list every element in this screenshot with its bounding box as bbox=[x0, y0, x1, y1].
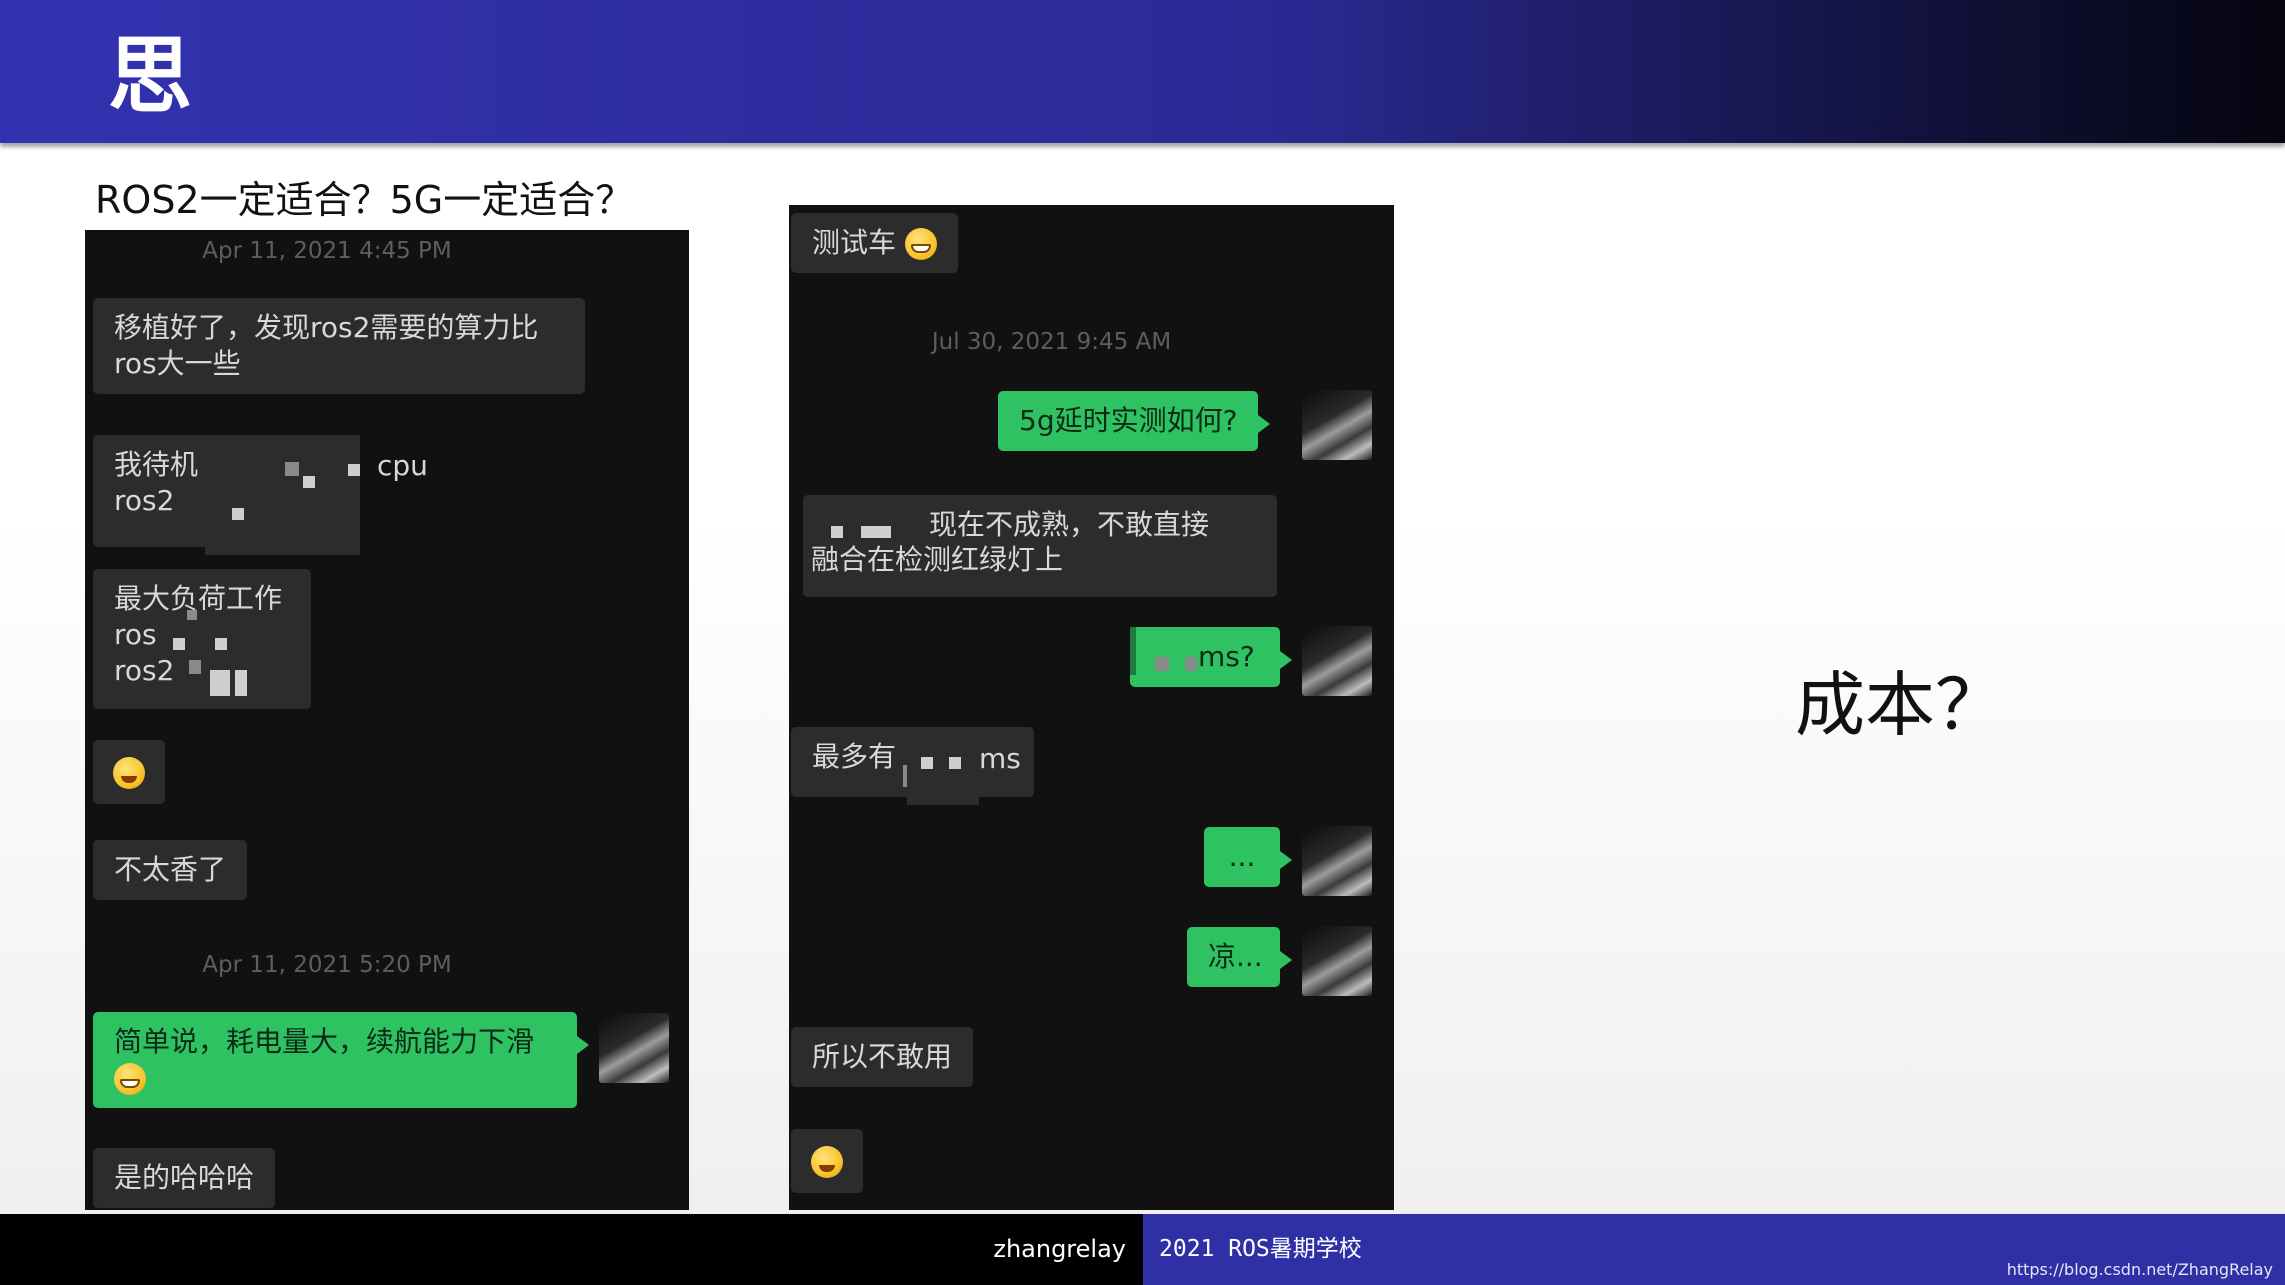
chat-timestamp: Apr 11, 2021 4:45 PM bbox=[202, 238, 452, 264]
message-text: 凉... bbox=[1208, 940, 1263, 973]
chat-message: 移植好了，发现ros2需要的算力比ros大一些 bbox=[93, 298, 585, 394]
chat-message: 所以不敢用 bbox=[791, 1027, 974, 1087]
message-text: 融合在检测红绿灯上 bbox=[811, 543, 1064, 576]
pixelated-area bbox=[215, 638, 227, 650]
pixelated-area bbox=[235, 670, 247, 696]
chat-message-own: 简单说，耗电量大，续航能力下滑 bbox=[93, 1012, 589, 1108]
message-text: ms? bbox=[1198, 640, 1255, 673]
pixelated-area bbox=[185, 610, 277, 705]
message-text: 5g延时实测如何? bbox=[1019, 404, 1238, 437]
chat-message-emoji bbox=[791, 1129, 863, 1193]
user-avatar bbox=[1302, 926, 1372, 996]
chat-message-own-redacted: ms? bbox=[1130, 627, 1292, 687]
pixelated-area bbox=[232, 508, 244, 520]
message-text: cpu bbox=[377, 449, 428, 482]
message-text: ... bbox=[1228, 840, 1256, 873]
chat-timestamp: Jul 30, 2021 9:45 AM bbox=[931, 329, 1172, 355]
laughing-crying-emoji-icon bbox=[113, 757, 145, 789]
chat-message-own: 凉... bbox=[1187, 927, 1292, 987]
chat-message-own: ... bbox=[1204, 827, 1292, 887]
message-text: 测试车 bbox=[812, 226, 897, 259]
message-text: 不太香了 bbox=[114, 853, 227, 886]
chat-message-own: 5g延时实测如何? bbox=[998, 391, 1271, 451]
message-text: 是的哈哈哈 bbox=[114, 1161, 255, 1194]
slide-title: 思 bbox=[108, 26, 193, 125]
user-avatar bbox=[599, 1013, 669, 1083]
pixelated-area bbox=[949, 757, 961, 769]
slide-header-bar: 思 bbox=[0, 0, 2285, 143]
pixelated-area bbox=[1130, 627, 1136, 675]
message-text: 所以不敢用 bbox=[812, 1040, 953, 1073]
pixelated-area bbox=[1155, 657, 1169, 671]
chat-screenshot-right: 测试车 Jul 30, 2021 9:45 AM 5g延时实测如何? 现在不成熟… bbox=[789, 205, 1394, 1210]
chat-message-emoji bbox=[93, 740, 165, 804]
pixelated-area bbox=[921, 757, 933, 769]
side-note-cost: 成本？ bbox=[1795, 664, 2005, 746]
grinning-emoji-icon bbox=[904, 228, 937, 260]
slide-footer: zhangrelay 2021 ROS暑期学校 https://blog.csd… bbox=[0, 1214, 2285, 1285]
pixelated-area bbox=[173, 638, 185, 650]
pixelated-area bbox=[903, 765, 907, 787]
message-text: 现在不成熟，不敢直接 bbox=[929, 508, 1210, 541]
pixelated-area bbox=[861, 526, 891, 538]
footer-school-name: 2021 ROS暑期学校 bbox=[1159, 1236, 1362, 1262]
message-text: 简单说，耗电量大，续航能力下滑 bbox=[114, 1025, 535, 1058]
user-avatar bbox=[1302, 826, 1372, 896]
footer-watermark-url: https://blog.csdn.net/ZhangRelay bbox=[2006, 1260, 2273, 1279]
chat-timestamp: Apr 11, 2021 5:20 PM bbox=[202, 952, 452, 978]
pixelated-area bbox=[187, 610, 197, 620]
grinning-emoji-icon bbox=[114, 1063, 146, 1095]
message-text: 最多有 bbox=[812, 740, 897, 773]
laughing-crying-emoji-icon bbox=[811, 1146, 843, 1178]
pixelated-area bbox=[210, 670, 230, 696]
chat-message: 是的哈哈哈 bbox=[93, 1148, 276, 1208]
chat-message: 测试车 bbox=[791, 213, 958, 273]
chat-message: 不太香了 bbox=[93, 840, 248, 900]
footer-author: zhangrelay bbox=[993, 1235, 1126, 1263]
pixelated-area bbox=[907, 727, 979, 805]
pixelated-area bbox=[348, 464, 360, 476]
user-avatar bbox=[1302, 390, 1372, 460]
pixelated-area bbox=[1185, 657, 1197, 671]
message-text: ms bbox=[979, 742, 1021, 775]
footer-school-block: 2021 ROS暑期学校 https://blog.csdn.net/Zhang… bbox=[1143, 1214, 2285, 1285]
message-text: 移植好了，发现ros2需要的算力比ros大一些 bbox=[114, 311, 539, 380]
pixelated-area bbox=[303, 476, 315, 488]
user-avatar bbox=[1302, 626, 1372, 696]
chat-screenshot-left: Apr 11, 2021 4:45 PM 移植好了，发现ros2需要的算力比ro… bbox=[85, 230, 689, 1210]
pixelated-area bbox=[285, 462, 299, 476]
pixelated-area bbox=[205, 435, 360, 555]
pixelated-area bbox=[189, 660, 201, 674]
pixelated-area bbox=[831, 526, 843, 538]
slide-question: ROS2一定适合？5G一定适合？ bbox=[95, 178, 634, 222]
